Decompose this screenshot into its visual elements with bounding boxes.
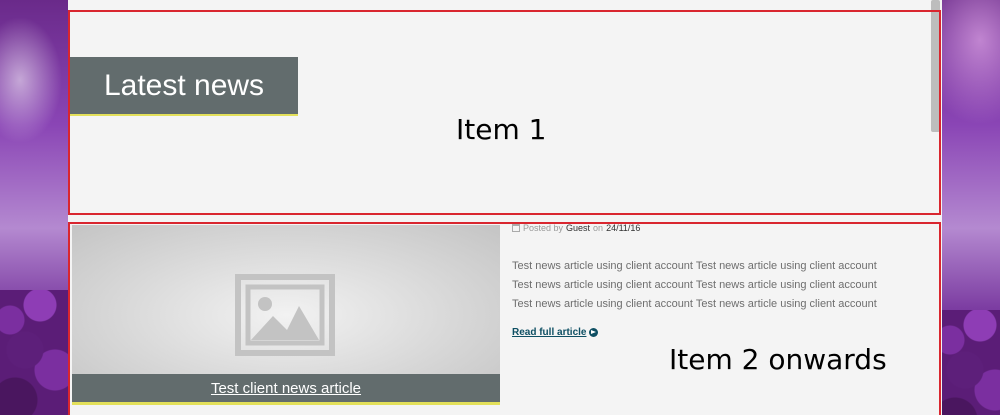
- item-1-annotation: Item 1: [456, 113, 547, 146]
- meta-posted-by: Posted by: [523, 223, 564, 233]
- meta-date: 24/11/16: [606, 223, 641, 233]
- excerpt-line: Test news article using client account T…: [512, 279, 877, 291]
- article-meta: Posted by Guest on 24/11/16: [512, 223, 640, 233]
- image-placeholder-icon: [235, 274, 335, 356]
- calendar-icon: [512, 224, 520, 232]
- meta-author: Guest: [566, 223, 591, 233]
- article-title-link[interactable]: Test client news article: [211, 380, 361, 397]
- excerpt-line: Test news article using client account T…: [512, 260, 877, 272]
- read-more-label: Read full article: [512, 327, 587, 338]
- meta-on: on: [593, 223, 604, 233]
- excerpt-line: Test news article using client account T…: [512, 298, 877, 310]
- article-excerpt: Test news article using client account T…: [512, 257, 912, 314]
- arrow-circle-right-icon: [589, 328, 599, 337]
- article-thumbnail[interactable]: Test client news article: [72, 225, 500, 405]
- article-title-bar: Test client news article: [72, 374, 500, 405]
- item-2-annotation: Item 2 onwards: [669, 343, 887, 376]
- latest-news-heading: Latest news: [70, 57, 298, 116]
- background-foliage-left: [0, 290, 68, 415]
- background-foliage-right: [940, 310, 1000, 415]
- read-full-article-link[interactable]: Read full article: [512, 327, 599, 338]
